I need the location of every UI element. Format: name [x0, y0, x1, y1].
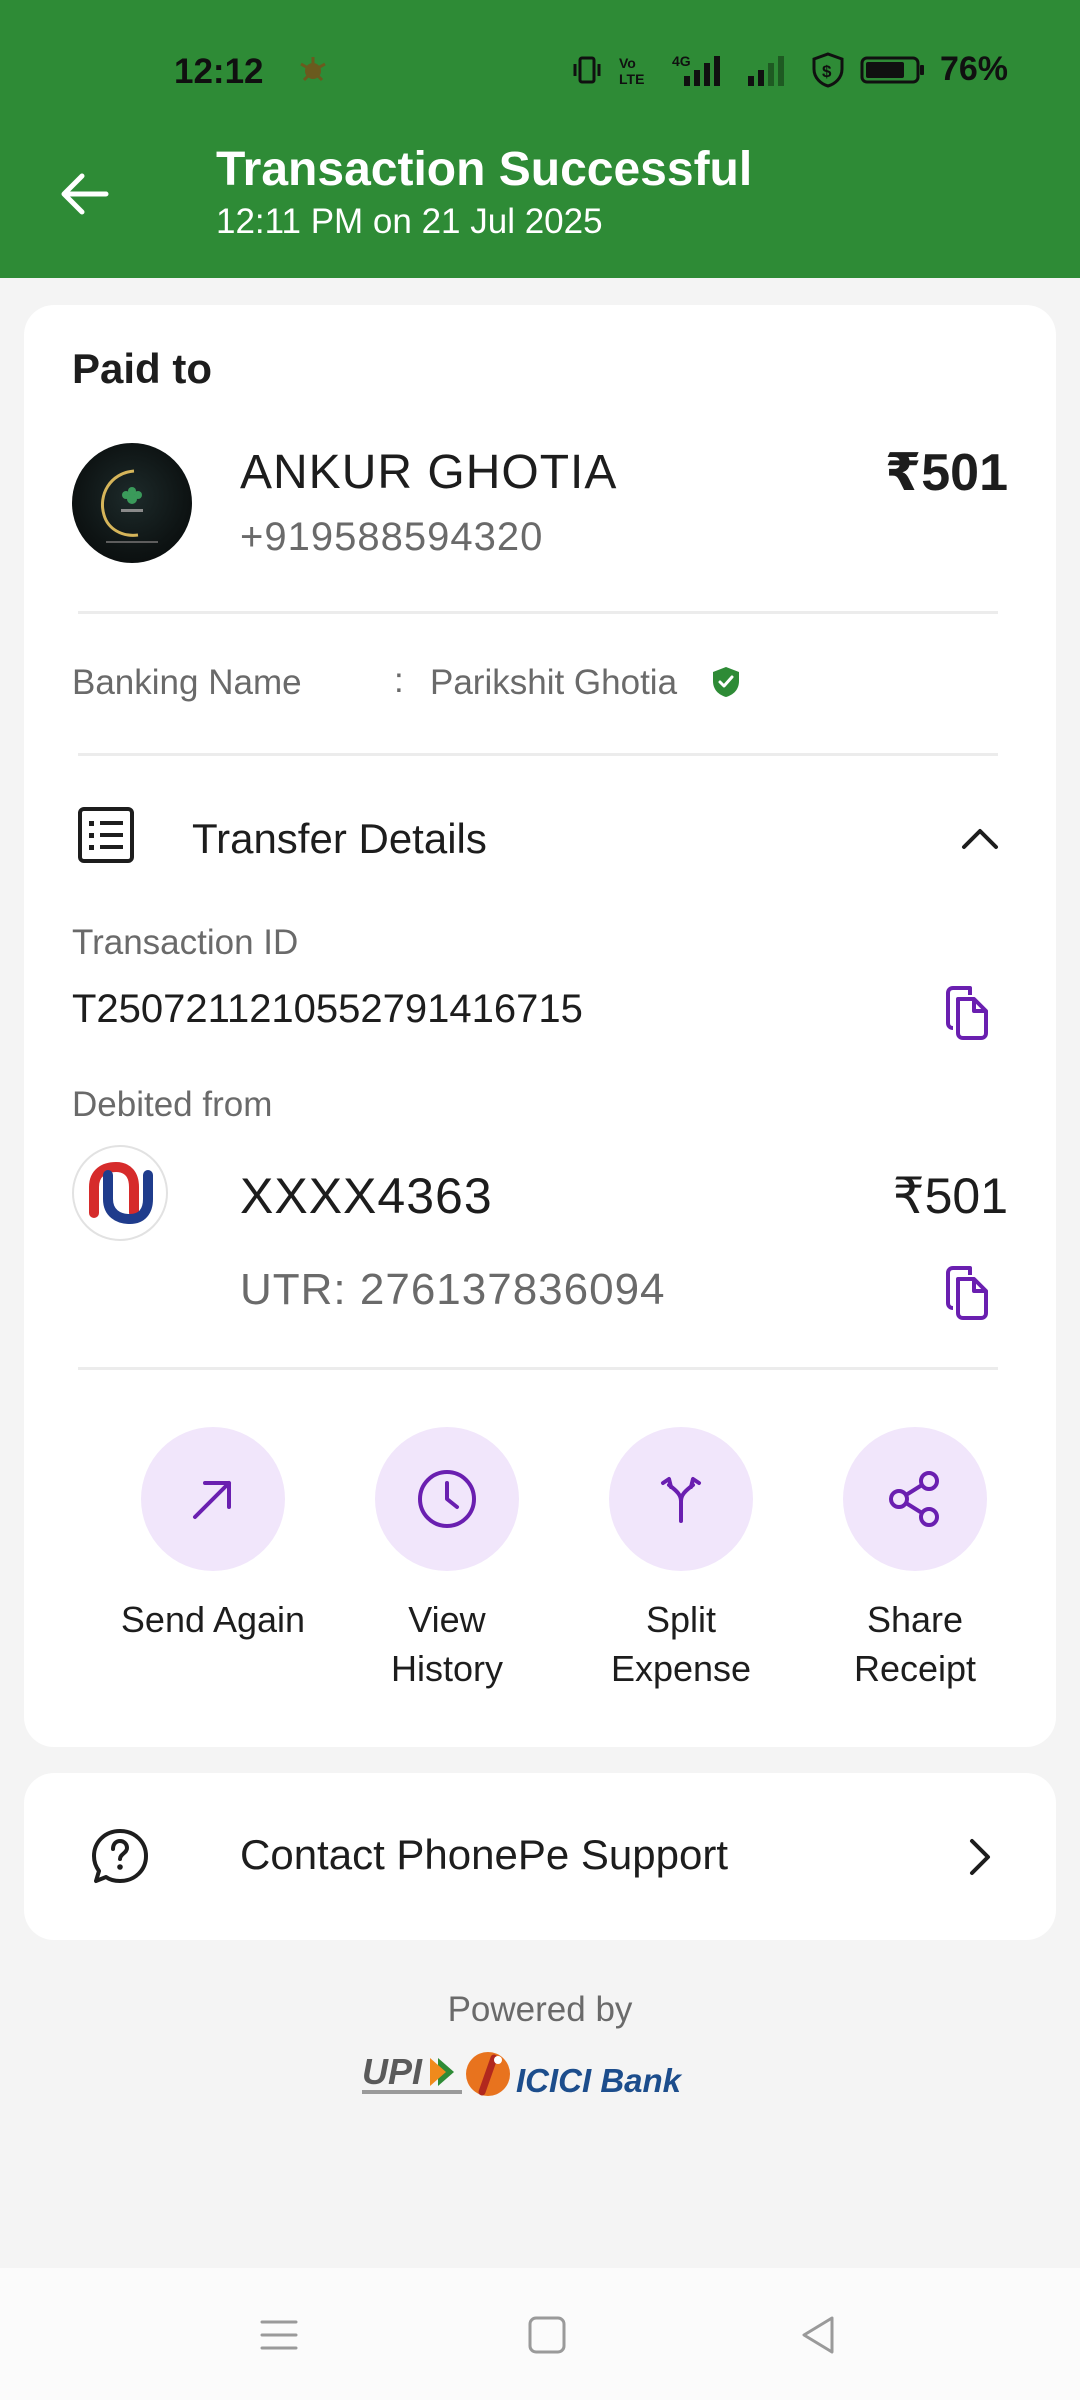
system-nav-bar [0, 2268, 1080, 2400]
split-expense-button[interactable]: Split Expense [564, 1427, 798, 1693]
action-label-line: View [408, 1599, 486, 1640]
action-label-line: Receipt [853, 1648, 977, 1689]
divider [78, 753, 998, 756]
page-subtitle: 12:11 PM on 21 Jul 2025 [216, 202, 603, 241]
verified-shield-icon [713, 667, 739, 697]
divider [78, 611, 998, 614]
divider [78, 1367, 998, 1370]
app-header: 12:12 Vo LTE 4G $ 76% Transaction Succes… [0, 0, 1080, 278]
action-row: Send Again View History Split Expense Sh… [24, 1427, 1056, 1707]
volte-icon: Vo LTE [619, 55, 644, 87]
transfer-details-label: Transfer Details [192, 815, 487, 862]
split-expense-label: Split Expense [564, 1595, 798, 1693]
view-history-button[interactable]: View History [330, 1427, 564, 1693]
payee-phone: +919588594320 [240, 515, 544, 559]
copy-icon[interactable] [942, 1265, 992, 1321]
upi-icici-logos: UPI ICICI Bank [362, 2051, 683, 2099]
bank-logo [72, 1145, 168, 1241]
union-bank-logo-icon [89, 1161, 153, 1225]
powered-by-label: Powered by [447, 1990, 633, 2029]
send-again-label: Send Again [96, 1595, 330, 1644]
banking-name-value: Parikshit Ghotia [430, 663, 678, 702]
receipt-list-icon [78, 807, 134, 863]
send-again-button[interactable]: Send Again [96, 1427, 330, 1644]
chevron-up-icon[interactable] [958, 817, 1002, 861]
status-bar: 12:12 Vo LTE 4G $ 76% [0, 50, 1080, 96]
action-label-line: Share [866, 1599, 964, 1640]
share-receipt-button[interactable]: Share Receipt [798, 1427, 1032, 1693]
back-arrow-icon[interactable] [56, 166, 112, 222]
help-question-icon [92, 1829, 148, 1883]
action-label-line: Split [645, 1599, 717, 1640]
split-expense-circle[interactable] [609, 1427, 753, 1571]
contact-support-row[interactable]: Contact PhonePe Support [24, 1773, 1056, 1940]
action-label-line: History [390, 1648, 503, 1689]
svg-text:LTE: LTE [619, 71, 644, 87]
share-receipt-circle[interactable] [843, 1427, 987, 1571]
send-again-circle[interactable] [141, 1427, 285, 1571]
page-title: Transaction Successful [216, 143, 753, 196]
menu-icon[interactable] [256, 2312, 302, 2358]
payee-avatar [72, 443, 192, 563]
copy-icon[interactable] [942, 985, 992, 1041]
chevron-right-icon [970, 1839, 990, 1875]
svg-text:4G: 4G [672, 53, 691, 69]
clock-icon [418, 1470, 476, 1528]
battery-percent: 76% [939, 50, 1008, 88]
svg-text:$: $ [822, 62, 832, 81]
notification-icon [300, 57, 326, 82]
avatar-logo-icon [101, 469, 158, 543]
action-label-line: Send Again [120, 1599, 306, 1640]
upi-logo-text: UPI [362, 2051, 423, 2092]
banking-name-colon: : [394, 661, 404, 700]
view-history-circle[interactable] [375, 1427, 519, 1571]
split-icon [661, 1477, 701, 1523]
view-history-label: View History [330, 1595, 564, 1693]
utr-value: UTR: 276137836094 [240, 1265, 666, 1314]
home-square-icon[interactable] [524, 2312, 570, 2358]
debited-from-label: Debited from [72, 1085, 273, 1124]
back-triangle-icon[interactable] [796, 2312, 842, 2358]
share-receipt-label: Share Receipt [798, 1595, 1032, 1693]
banking-name-label: Banking Name [72, 663, 302, 702]
battery-icon [860, 56, 924, 83]
vibrate-icon [573, 56, 601, 83]
security-icon: $ [812, 51, 844, 88]
signal-4g-icon: 4G [672, 53, 720, 86]
paid-to-label: Paid to [72, 345, 213, 392]
payee-name: ANKUR GHOTIA [240, 446, 618, 499]
status-right: Vo LTE 4G $ 76% [570, 50, 1008, 89]
action-label-line: Expense [610, 1648, 752, 1689]
debited-amount: ₹501 [892, 1168, 1008, 1224]
svg-text:Vo: Vo [619, 55, 636, 71]
share-icon [889, 1471, 939, 1527]
icici-bank-logo-text: ICICI Bank [516, 2062, 683, 2099]
arrow-up-right-icon [193, 1481, 231, 1519]
status-time: 12:12 [174, 52, 264, 91]
transaction-id-label: Transaction ID [72, 923, 299, 962]
contact-support-label: Contact PhonePe Support [240, 1831, 729, 1878]
paid-amount: ₹501 [885, 444, 1008, 502]
signal-icon [747, 55, 784, 86]
transaction-card: Paid to ANKUR GHOTIA +919588594320 ₹501 … [24, 305, 1056, 1747]
account-number: XXXX4363 [240, 1168, 493, 1224]
transaction-id-value: T2507211210552791416715 [72, 987, 583, 1031]
